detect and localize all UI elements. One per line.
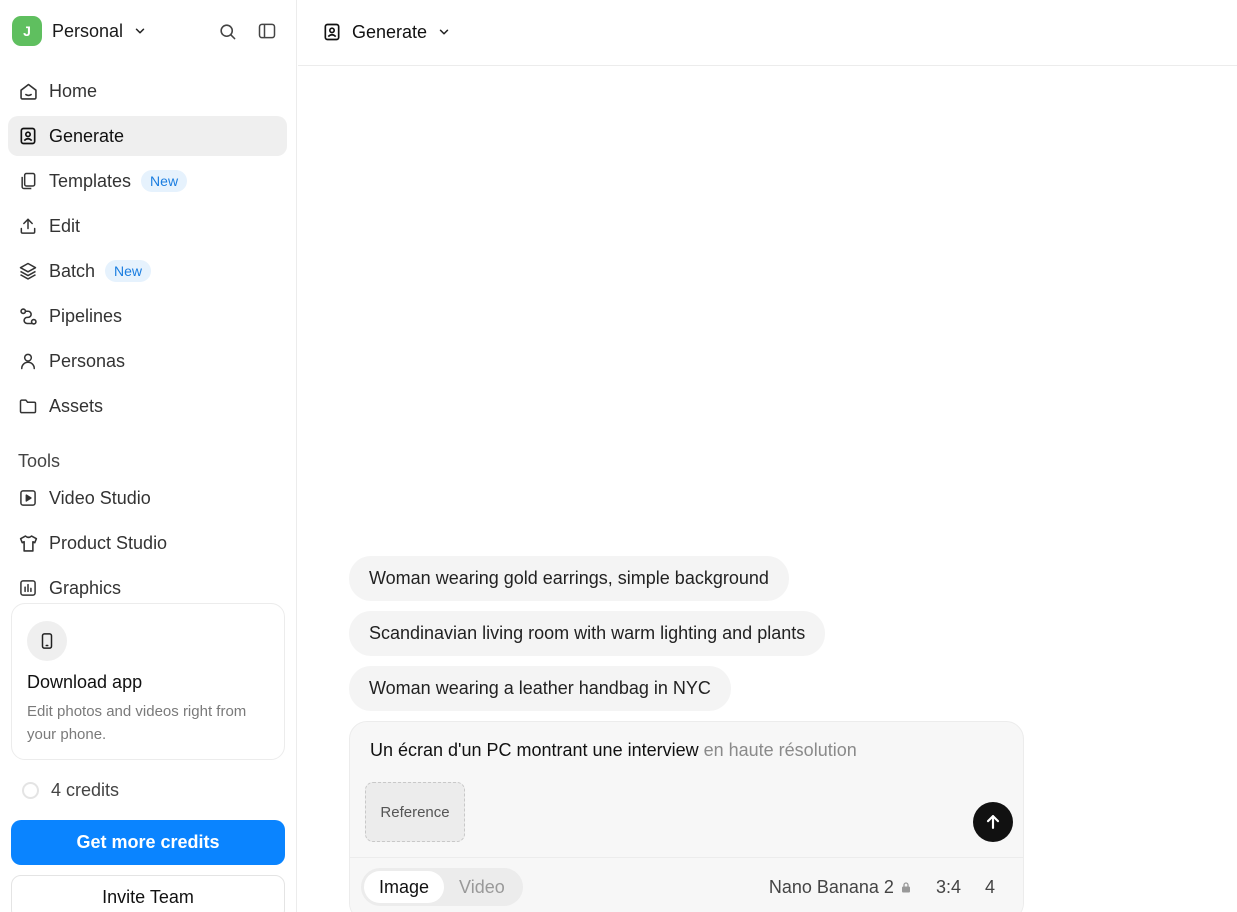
portrait-icon [17,125,39,147]
lock-icon [900,881,912,894]
sidebar-item-label: Batch [49,260,96,281]
sidebar-item-label: Pipelines [49,305,123,326]
suggestion-chip[interactable]: Woman wearing gold earrings, simple back… [349,556,789,601]
sidebar-toggle-icon[interactable] [255,19,279,43]
generation-options: Nano Banana 2 3:4 4 [769,868,995,906]
sidebar-item-assets[interactable]: Assets [8,386,287,426]
workspace-switcher[interactable]: J Personal [12,16,147,46]
download-app-title: Download app [27,672,143,692]
download-app-description: Edit photos and videos right from your p… [27,703,247,743]
credits-indicator: 4 credits [22,780,119,801]
sidebar-item-label: Video Studio [49,487,151,508]
sidebar-item-generate[interactable]: Generate [8,116,287,156]
get-more-credits-button[interactable]: Get more credits [11,820,285,865]
search-icon[interactable] [215,19,239,43]
arrow-up-icon [983,812,1003,832]
user-icon [17,350,39,372]
prompt-autocomplete: en haute résolution [698,740,857,760]
composer-toolbar: Image Video Nano Banana 2 3:4 4 [350,857,1023,912]
prompt-composer: Un écran d'un PC montrant une interview … [349,721,1024,912]
image-count-selector[interactable]: 4 [985,877,995,898]
suggestion-chip[interactable]: Woman wearing a leather handbag in NYC [349,666,731,711]
new-badge: New [141,170,188,192]
sidebar-item-label: Graphics [49,577,122,598]
main-header: Generate [298,0,1237,66]
bar-chart-icon [17,577,39,599]
route-icon [17,305,39,327]
sidebar-item-batch[interactable]: Batch New [8,251,287,291]
invite-team-button[interactable]: Invite Team [11,875,285,912]
tools-section-title: Tools [18,451,61,471]
sidebar-item-label: Edit [49,215,81,236]
sidebar-item-video-studio[interactable]: Video Studio [8,478,287,518]
sidebar: J Personal Home Generate Templates New E… [0,0,297,912]
send-button[interactable] [973,802,1013,842]
new-badge: New [105,260,152,282]
phone-icon [27,621,67,661]
mode-label: Generate [352,21,428,42]
media-option-image[interactable]: Image [364,871,445,903]
chevron-down-icon [437,25,451,39]
model-name: Nano Banana 2 [768,876,894,897]
aspect-ratio-selector[interactable]: 3:4 [936,877,961,898]
sidebar-item-label: Product Studio [49,532,168,553]
avatar: J [12,16,42,46]
layers-icon [17,260,39,282]
play-square-icon [17,487,39,509]
copy-icon [17,170,39,192]
folder-icon [17,395,39,417]
portrait-icon [322,22,342,42]
sidebar-item-personas[interactable]: Personas [8,341,287,381]
model-selector[interactable]: Nano Banana 2 [769,877,912,898]
sidebar-item-product-studio[interactable]: Product Studio [8,523,287,563]
sidebar-item-label: Assets [49,395,104,416]
sidebar-item-templates[interactable]: Templates New [8,161,287,201]
shirt-icon [17,532,39,554]
media-type-toggle: Image Video [361,868,523,906]
reference-upload[interactable]: Reference [365,782,465,842]
sidebar-item-edit[interactable]: Edit [8,206,287,246]
home-icon [17,80,39,102]
sidebar-item-label: Templates [49,170,132,191]
prompt-input[interactable]: Un écran d'un PC montrant une interview … [370,740,857,761]
sidebar-item-label: Personas [49,350,126,371]
workspace-name: Personal [52,20,124,41]
upload-icon [17,215,39,237]
sidebar-item-pipelines[interactable]: Pipelines [8,296,287,336]
suggestion-chip[interactable]: Scandinavian living room with warm light… [349,611,826,656]
sidebar-item-graphics[interactable]: Graphics [8,568,287,608]
sidebar-item-label: Home [49,80,98,101]
mode-dropdown[interactable]: Generate [322,18,451,46]
sidebar-item-home[interactable]: Home [8,71,287,111]
sidebar-item-label: Generate [49,125,125,146]
credits-count: 4 credits [51,780,120,800]
prompt-text: Un écran d'un PC montrant une interview [370,740,699,760]
media-option-video[interactable]: Video [444,871,520,903]
credits-ring-icon [22,782,39,799]
chevron-down-icon [133,24,147,38]
download-app-card[interactable]: Download app Edit photos and videos righ… [11,603,285,760]
